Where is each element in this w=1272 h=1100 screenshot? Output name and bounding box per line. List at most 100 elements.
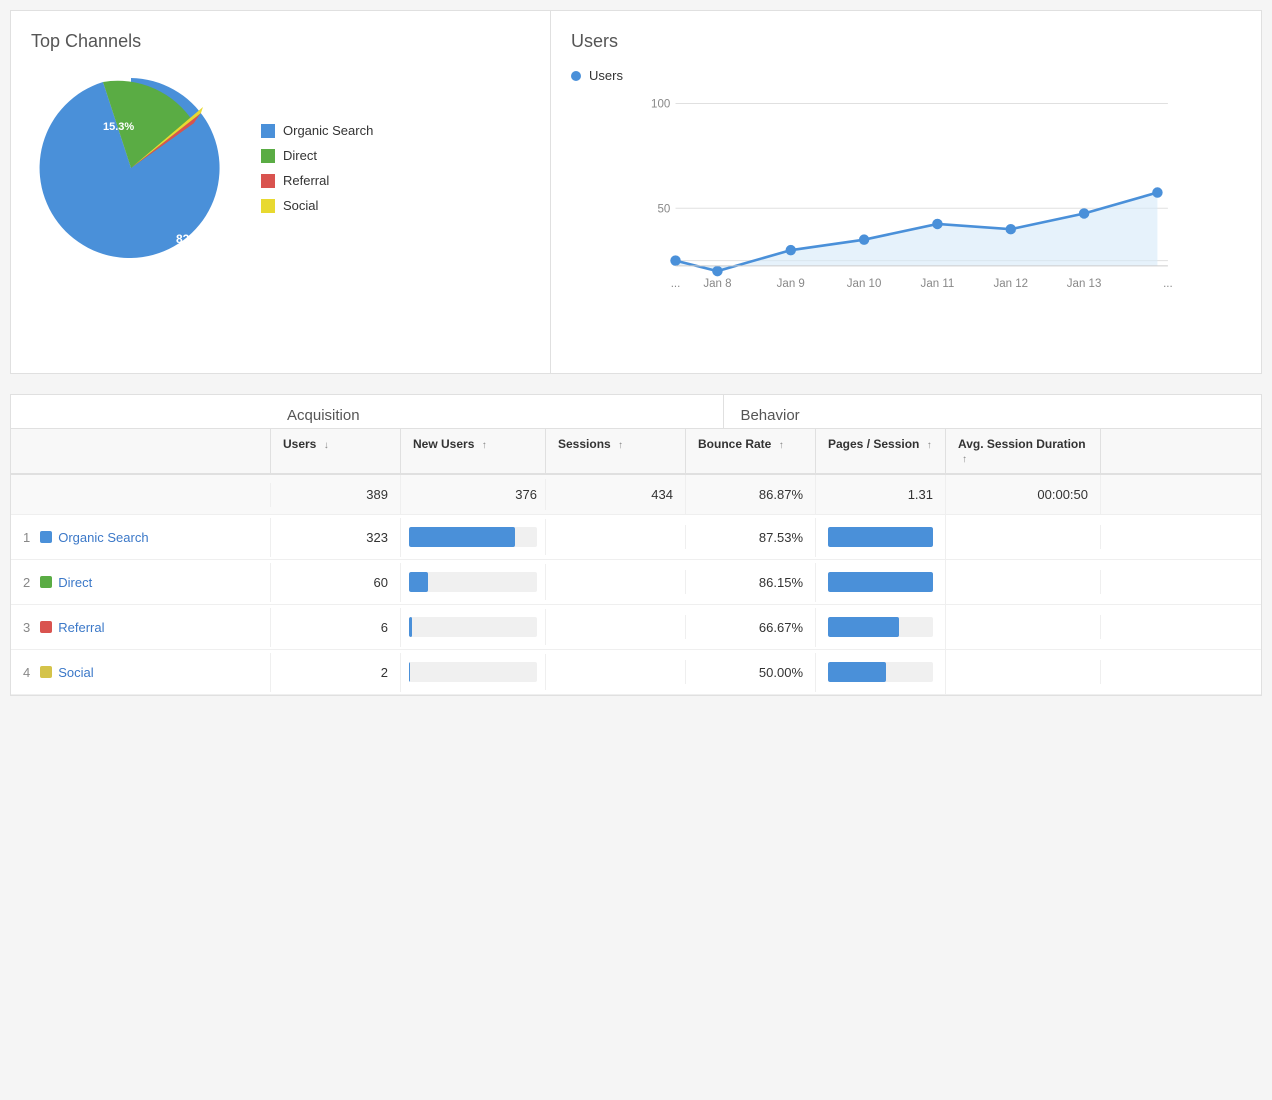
users-legend: Users	[571, 68, 1241, 83]
dot-7	[1152, 187, 1162, 197]
total-sessions: 434	[546, 475, 686, 514]
col-bounce-header[interactable]: Bounce Rate ↑	[686, 429, 816, 473]
row2-bar-fill	[409, 572, 428, 592]
row2-pages-bar	[816, 560, 946, 604]
legend-referral: Referral	[261, 173, 373, 188]
svg-text:Jan 13: Jan 13	[1067, 278, 1102, 290]
total-pages: 1.31	[816, 475, 946, 514]
users-sort-icon: ↓	[324, 440, 329, 451]
row4-sessions	[546, 660, 686, 684]
bounce-sort-icon: ↑	[779, 440, 784, 451]
avg-sort-icon: ↑	[962, 454, 967, 465]
pie-label-organic: 82.6%	[176, 232, 210, 246]
svg-text:Jan 8: Jan 8	[703, 278, 731, 290]
row3-bar-wrapper	[409, 617, 537, 637]
svg-text:Jan 12: Jan 12	[993, 278, 1028, 290]
total-row: 389 376 434 86.87% 1.31 00:00:50	[11, 475, 1261, 515]
row2-channel: 2 Direct	[11, 563, 271, 602]
row1-pages-bar	[816, 515, 946, 559]
row4-bar-wrapper	[409, 662, 537, 682]
legend-label-direct: Direct	[283, 148, 317, 163]
row2-bounce: 86.15%	[686, 563, 816, 602]
col-avg-session-header[interactable]: Avg. Session Duration ↑	[946, 429, 1101, 473]
table-group-headers: Acquisition Behavior	[11, 395, 1261, 429]
svg-text:Jan 9: Jan 9	[777, 278, 805, 290]
svg-text:...: ...	[1163, 278, 1173, 290]
row4-dot	[40, 666, 52, 678]
dot-2	[786, 245, 796, 255]
group-acquisition: Acquisition	[271, 395, 724, 428]
row2-index: 2	[23, 575, 30, 590]
row3-channel: 3 Referral	[11, 608, 271, 647]
row1-bounce: 87.53%	[686, 518, 816, 557]
dot-1	[712, 266, 722, 276]
row1-new-users-bar	[401, 519, 546, 555]
row1-index: 1	[23, 530, 30, 545]
legend-social: Social	[261, 198, 373, 213]
row4-link[interactable]: Social	[58, 665, 93, 680]
pages-sort-icon: ↑	[927, 440, 932, 451]
row4-new-users-bar	[401, 654, 546, 690]
row3-sessions	[546, 615, 686, 639]
legend-label-social: Social	[283, 198, 318, 213]
legend-label-organic: Organic Search	[283, 123, 373, 138]
dot-5	[1006, 224, 1016, 234]
table-row: 2 Direct 60 86.15%	[11, 560, 1261, 605]
row3-link[interactable]: Referral	[58, 620, 104, 635]
new-users-sort-icon: ↑	[482, 440, 487, 451]
line-area	[676, 193, 1158, 272]
legend-color-direct	[261, 149, 275, 163]
legend-color-social	[261, 199, 275, 213]
row2-users: 60	[271, 563, 401, 602]
pie-section: 82.6% 15.3% Organic Search Direct Referr…	[31, 68, 530, 268]
row3-pages-bar	[816, 605, 946, 649]
row3-new-users-bar	[401, 609, 546, 645]
total-channel-cell	[11, 483, 271, 507]
top-channels-panel: Top Channels 82	[11, 11, 551, 373]
users-panel: Users Users 100 50	[551, 11, 1261, 373]
data-table: Acquisition Behavior Users ↓ New Users ↑…	[10, 394, 1262, 696]
col-new-users-header[interactable]: New Users ↑	[401, 429, 546, 473]
legend-organic: Organic Search	[261, 123, 373, 138]
row4-bounce: 50.00%	[686, 653, 816, 692]
sessions-sort-icon: ↑	[618, 440, 623, 451]
row2-behavior-fill	[828, 572, 933, 592]
users-legend-label: Users	[589, 68, 623, 83]
line-chart-container: 100 50 ... Jan 8 Jan 9 Jan 10	[571, 93, 1241, 353]
total-users: 389	[271, 475, 401, 514]
dot-3	[859, 234, 869, 244]
users-dot	[571, 71, 581, 81]
row2-behavior-wrapper	[828, 572, 933, 592]
row1-behavior-wrapper	[828, 527, 933, 547]
svg-text:100: 100	[651, 99, 670, 111]
row1-channel: 1 Organic Search	[11, 518, 271, 557]
svg-text:Jan 10: Jan 10	[847, 278, 882, 290]
row3-index: 3	[23, 620, 30, 635]
row2-dot	[40, 576, 52, 588]
legend-label-referral: Referral	[283, 173, 329, 188]
table-row: 1 Organic Search 323 87.53%	[11, 515, 1261, 560]
pie-chart: 82.6% 15.3%	[31, 68, 231, 268]
row3-dot	[40, 621, 52, 633]
group-behavior: Behavior	[724, 395, 1261, 428]
row1-dot	[40, 531, 52, 543]
row4-behavior-wrapper	[828, 662, 933, 682]
dot-4	[932, 219, 942, 229]
row4-pages-bar	[816, 650, 946, 694]
col-sessions-header[interactable]: Sessions ↑	[546, 429, 686, 473]
row4-behavior-fill	[828, 662, 886, 682]
col-pages-header[interactable]: Pages / Session ↑	[816, 429, 946, 473]
row2-avg-session	[946, 570, 1101, 594]
svg-text:Jan 11: Jan 11	[921, 278, 955, 290]
row2-link[interactable]: Direct	[58, 575, 92, 590]
row1-link[interactable]: Organic Search	[58, 530, 148, 545]
channel-spacer	[11, 395, 271, 428]
row4-avg-session	[946, 660, 1101, 684]
row2-new-users-bar	[401, 564, 546, 600]
svg-text:50: 50	[657, 203, 670, 215]
row3-users: 6	[271, 608, 401, 647]
col-users-header[interactable]: Users ↓	[271, 429, 401, 473]
table-row: 4 Social 2 50.00%	[11, 650, 1261, 695]
row3-avg-session	[946, 615, 1101, 639]
col-channel-header	[11, 429, 271, 473]
